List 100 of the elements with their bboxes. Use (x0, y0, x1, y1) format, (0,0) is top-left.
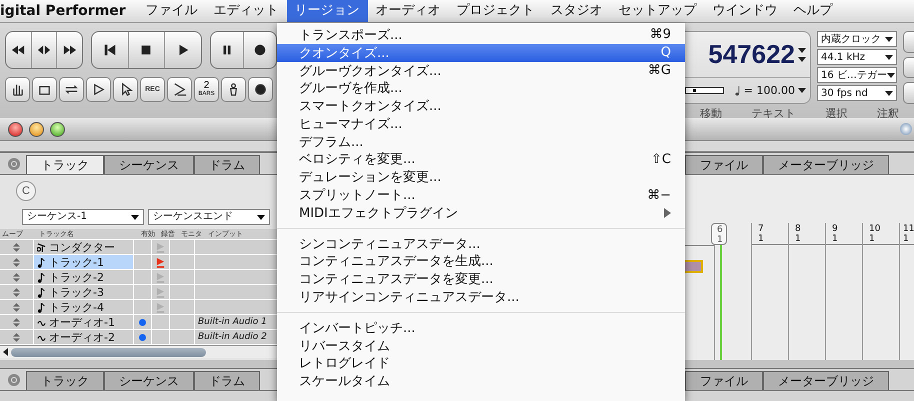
menu-bar-item[interactable]: リージョン (286, 0, 368, 22)
clock-dropdown[interactable]: 内蔵クロック (817, 31, 897, 47)
menu-item[interactable]: デフラム... (277, 132, 685, 151)
record-icon (252, 43, 267, 57)
menu-item[interactable]: スプリットノート... ⌘− (277, 186, 685, 204)
menu-item[interactable]: ヒューマナイズ... (277, 114, 685, 133)
menu-item[interactable]: ベロシティを変更... ⇧C (277, 150, 685, 168)
caret-icon (885, 54, 893, 60)
app-menu[interactable]: igital Performer (0, 0, 138, 22)
record-armed-icon[interactable] (156, 256, 165, 268)
panel-tab[interactable]: メーターブリッジ (763, 371, 889, 390)
menu-item[interactable]: レトログレイド (277, 354, 685, 372)
submenu-arrow-icon (664, 208, 671, 218)
box-tool-button[interactable] (32, 77, 57, 102)
panel-tab[interactable]: シーケンス (104, 155, 194, 174)
enabled-dot[interactable] (139, 318, 146, 326)
bar-marker: 6 1 (711, 223, 727, 245)
menu-bar-item[interactable]: オーディオ (368, 0, 449, 22)
note-icon (37, 302, 46, 312)
slider-thumb[interactable] (693, 89, 696, 92)
panel-tab[interactable]: ドラム (194, 155, 260, 174)
stop-icon (139, 43, 154, 57)
go-to-start-icon (103, 43, 118, 57)
tool-label: 選択 (825, 106, 848, 121)
pencil-tool-button[interactable] (167, 77, 192, 102)
move-handle-icon[interactable] (13, 302, 20, 312)
side-button[interactable] (903, 82, 914, 104)
menu-item[interactable]: スケールタイム (277, 372, 685, 390)
menu-bar-item[interactable]: スタジオ (542, 0, 611, 22)
close-window-button[interactable] (8, 122, 23, 136)
menu-bar-item[interactable]: プロジェクト (448, 0, 543, 22)
tempo-slider[interactable] (685, 87, 724, 94)
play-tool-button[interactable] (86, 77, 111, 102)
track-name-cell[interactable]: オーディオ-2 (34, 330, 134, 344)
close-panel-icon[interactable] (8, 374, 20, 386)
move-handle-icon[interactable] (13, 242, 20, 252)
window-toolbar-icon[interactable] (900, 123, 912, 135)
menu-item[interactable]: デュレーションを変更... (277, 168, 685, 186)
region-block[interactable] (685, 260, 703, 273)
menu-item[interactable]: クオンタイズ... Q (277, 44, 685, 62)
move-handle-icon[interactable] (13, 318, 20, 326)
sequence-dropdown[interactable]: シーケンス-1 (22, 209, 144, 225)
figure-tool-button[interactable] (221, 77, 246, 102)
track-name-cell[interactable]: トラック-3 (34, 285, 134, 299)
minimize-window-button[interactable] (29, 122, 44, 136)
menu-bar-item[interactable]: エディット (206, 0, 287, 22)
move-handle-icon[interactable] (13, 272, 20, 282)
menu-item[interactable]: コンティニュアスデータを生成... (277, 252, 685, 270)
track-name-cell[interactable]: トラック-4 (34, 300, 134, 314)
panel-tab[interactable]: メーターブリッジ (763, 155, 889, 174)
menu-item[interactable]: リアサインコンティニュアスデータ... (277, 288, 685, 306)
scroll-thumb[interactable] (11, 348, 206, 356)
clock-dropdown[interactable]: 30 fps nd (817, 85, 897, 101)
menu-item[interactable]: グルーヴクオンタイズ... ⌘G (277, 62, 685, 80)
menu-item[interactable]: リバースタイム (277, 336, 685, 355)
caret-icon (131, 214, 139, 220)
zoom-window-button[interactable] (50, 122, 65, 136)
move-handle-icon[interactable] (13, 288, 20, 296)
side-button[interactable] (903, 56, 914, 78)
menu-item[interactable]: MIDIエフェクトプラグイン (277, 204, 685, 222)
panel-tab[interactable]: ファイル (685, 371, 763, 390)
clock-dropdown[interactable]: 44.1 kHz (817, 49, 897, 65)
fast-forward-icon (62, 43, 77, 57)
panel-tab[interactable]: トラック (26, 155, 104, 174)
track-name-cell[interactable]: コンダクター (34, 240, 134, 254)
panel-tab[interactable]: トラック (26, 371, 104, 390)
pointer-tool-button[interactable] (113, 77, 138, 102)
panel-tab[interactable]: ファイル (685, 155, 763, 174)
move-handle-icon[interactable] (13, 332, 20, 342)
menu-bar-item[interactable]: ヘルプ (786, 0, 841, 22)
c-button[interactable]: C (16, 181, 36, 201)
menu-bar-item[interactable]: ウインドウ (704, 0, 786, 22)
menu-item[interactable]: スマートクオンタイズ... (277, 97, 685, 115)
tool-label: テキスト (752, 106, 796, 121)
menu-bar-item[interactable]: ファイル (138, 0, 206, 22)
menu-item[interactable]: グルーヴを作成... (277, 79, 685, 98)
circle-tool-button[interactable] (248, 77, 273, 102)
clock-dropdown[interactable]: 16 ビ…テガー (817, 67, 897, 83)
hand-tool-button[interactable] (5, 77, 30, 102)
track-name-cell[interactable]: オーディオ-1 (34, 315, 134, 329)
track-name-cell[interactable]: トラック-2 (34, 270, 134, 284)
panel-tab[interactable]: シーケンス (104, 371, 194, 390)
loop-tool-button[interactable] (59, 77, 84, 102)
track-name-cell[interactable]: トラック-1 (34, 255, 134, 269)
move-handle-icon[interactable] (13, 258, 20, 266)
menu-item[interactable]: コンティニュアスデータを変更... (277, 270, 685, 288)
enabled-dot[interactable] (139, 334, 146, 340)
menu-item[interactable]: インバートピッチ... (277, 318, 685, 337)
tempo-display: = 100.00 (685, 78, 810, 103)
note-icon (37, 256, 46, 268)
horizontal-scrollbar[interactable] (0, 345, 277, 358)
sequence-end-dropdown[interactable]: シーケンスエンド (148, 209, 270, 225)
note-icon (37, 286, 46, 298)
caret-icon (257, 214, 265, 220)
panel-tab[interactable]: ドラム (194, 371, 260, 390)
menu-item[interactable]: トランスポーズ... ⌘9 (277, 26, 685, 44)
close-panel-icon[interactable] (8, 158, 20, 170)
menu-bar-item[interactable]: セットアップ (610, 0, 705, 22)
side-button[interactable] (903, 31, 914, 53)
menu-item[interactable]: シンコンティニュアスデータ... (277, 234, 685, 253)
